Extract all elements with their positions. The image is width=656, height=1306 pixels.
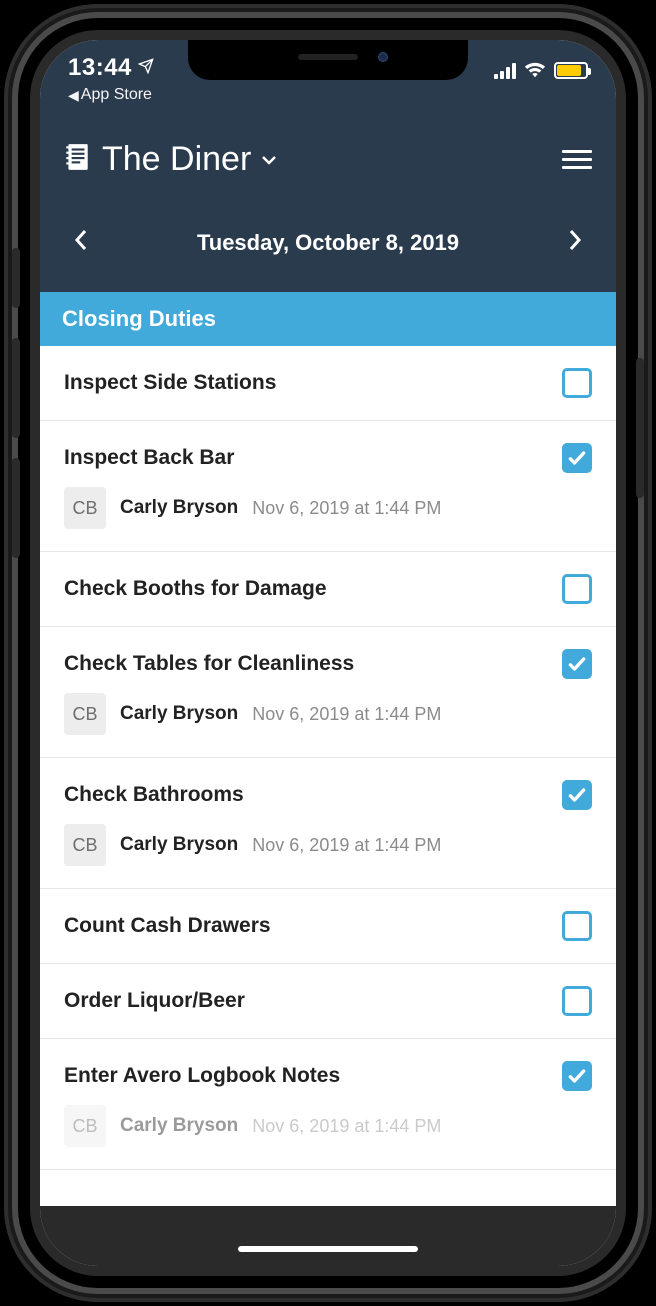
task-item[interactable]: Inspect Side Stations [40,346,616,421]
battery-icon [554,62,588,79]
task-item[interactable]: Check Tables for Cleanliness CB Carly Brys… [40,627,616,758]
task-title: Count Cash Drawers [64,914,271,938]
current-date[interactable]: Tuesday, October 8, 2019 [197,230,459,256]
completed-at-time: Nov 6, 2019 at 1:44 PM [252,498,441,519]
completed-at-time: Nov 6, 2019 at 1:44 PM [252,704,441,725]
back-app-label: App Store [81,86,152,104]
task-item[interactable]: Check Booths for Damage [40,552,616,627]
task-completion-meta: CB Carly Bryson Nov 6, 2019 at 1:44 PM [64,824,592,866]
location-name: The Diner [102,140,251,179]
task-item[interactable]: Count Cash Drawers [40,889,616,964]
home-indicator[interactable] [238,1246,418,1252]
avatar: CB [64,693,106,735]
completed-at-time: Nov 6, 2019 at 1:44 PM [252,835,441,856]
task-list: Inspect Side StationsInspect Back BarCBC… [40,346,616,1170]
completed-by-name: Carly Bryson [120,703,238,725]
task-completion-meta: CB Carly Bryson Nov 6, 2019 at 1:44 PM [64,1105,592,1147]
task-item[interactable]: Inspect Back Bar CB Carly Bryson Nov 6, 201… [40,421,616,552]
completed-by-name: Carly Bryson [120,834,238,856]
task-checkbox[interactable] [562,649,592,679]
task-title: Inspect Back Bar [64,446,234,470]
menu-button[interactable] [562,150,592,169]
task-item[interactable]: Check Bathrooms CB Carly Bryson Nov 6, 2019… [40,758,616,889]
location-icon [138,58,154,79]
next-day-button[interactable] [558,221,592,264]
section-header: Closing Duties [40,292,616,346]
bottom-bar [40,1206,616,1266]
completed-by-name: Carly Bryson [120,1115,238,1137]
task-item[interactable]: Order Liquor/Beer [40,964,616,1039]
cellular-signal-icon [494,63,516,79]
completed-at-time: Nov 6, 2019 at 1:44 PM [252,1116,441,1137]
wifi-icon [524,60,546,81]
task-title: Check Tables for Cleanliness [64,652,354,676]
task-checkbox[interactable] [562,368,592,398]
back-to-app-store[interactable]: ◀ App Store [68,86,154,104]
task-checkbox[interactable] [562,986,592,1016]
avatar: CB [64,1105,106,1147]
task-item[interactable]: Enter Avero Logbook Notes CB Carly Bryson N… [40,1039,616,1170]
status-time: 13:44 [68,54,154,82]
section-title: Closing Duties [62,306,216,331]
task-checkbox[interactable] [562,574,592,604]
task-title: Enter Avero Logbook Notes [64,1064,340,1088]
logbook-icon [64,142,90,177]
task-completion-meta: CB Carly Bryson Nov 6, 2019 at 1:44 PM [64,487,592,529]
task-title: Check Bathrooms [64,783,244,807]
device-notch [188,40,468,80]
completed-by-name: Carly Bryson [120,497,238,519]
prev-day-button[interactable] [64,221,98,264]
task-title: Check Booths for Damage [64,577,327,601]
task-checkbox[interactable] [562,1061,592,1091]
task-title: Order Liquor/Beer [64,989,245,1013]
app-header: The Diner [40,130,616,203]
date-navigation: Tuesday, October 8, 2019 [40,203,616,292]
chevron-down-icon [261,149,277,170]
avatar: CB [64,824,106,866]
task-checkbox[interactable] [562,911,592,941]
avatar: CB [64,487,106,529]
location-selector[interactable]: The Diner [64,140,277,179]
task-checkbox[interactable] [562,780,592,810]
task-title: Inspect Side Stations [64,371,276,395]
task-checkbox[interactable] [562,443,592,473]
task-completion-meta: CB Carly Bryson Nov 6, 2019 at 1:44 PM [64,693,592,735]
back-caret-icon: ◀ [68,87,79,104]
